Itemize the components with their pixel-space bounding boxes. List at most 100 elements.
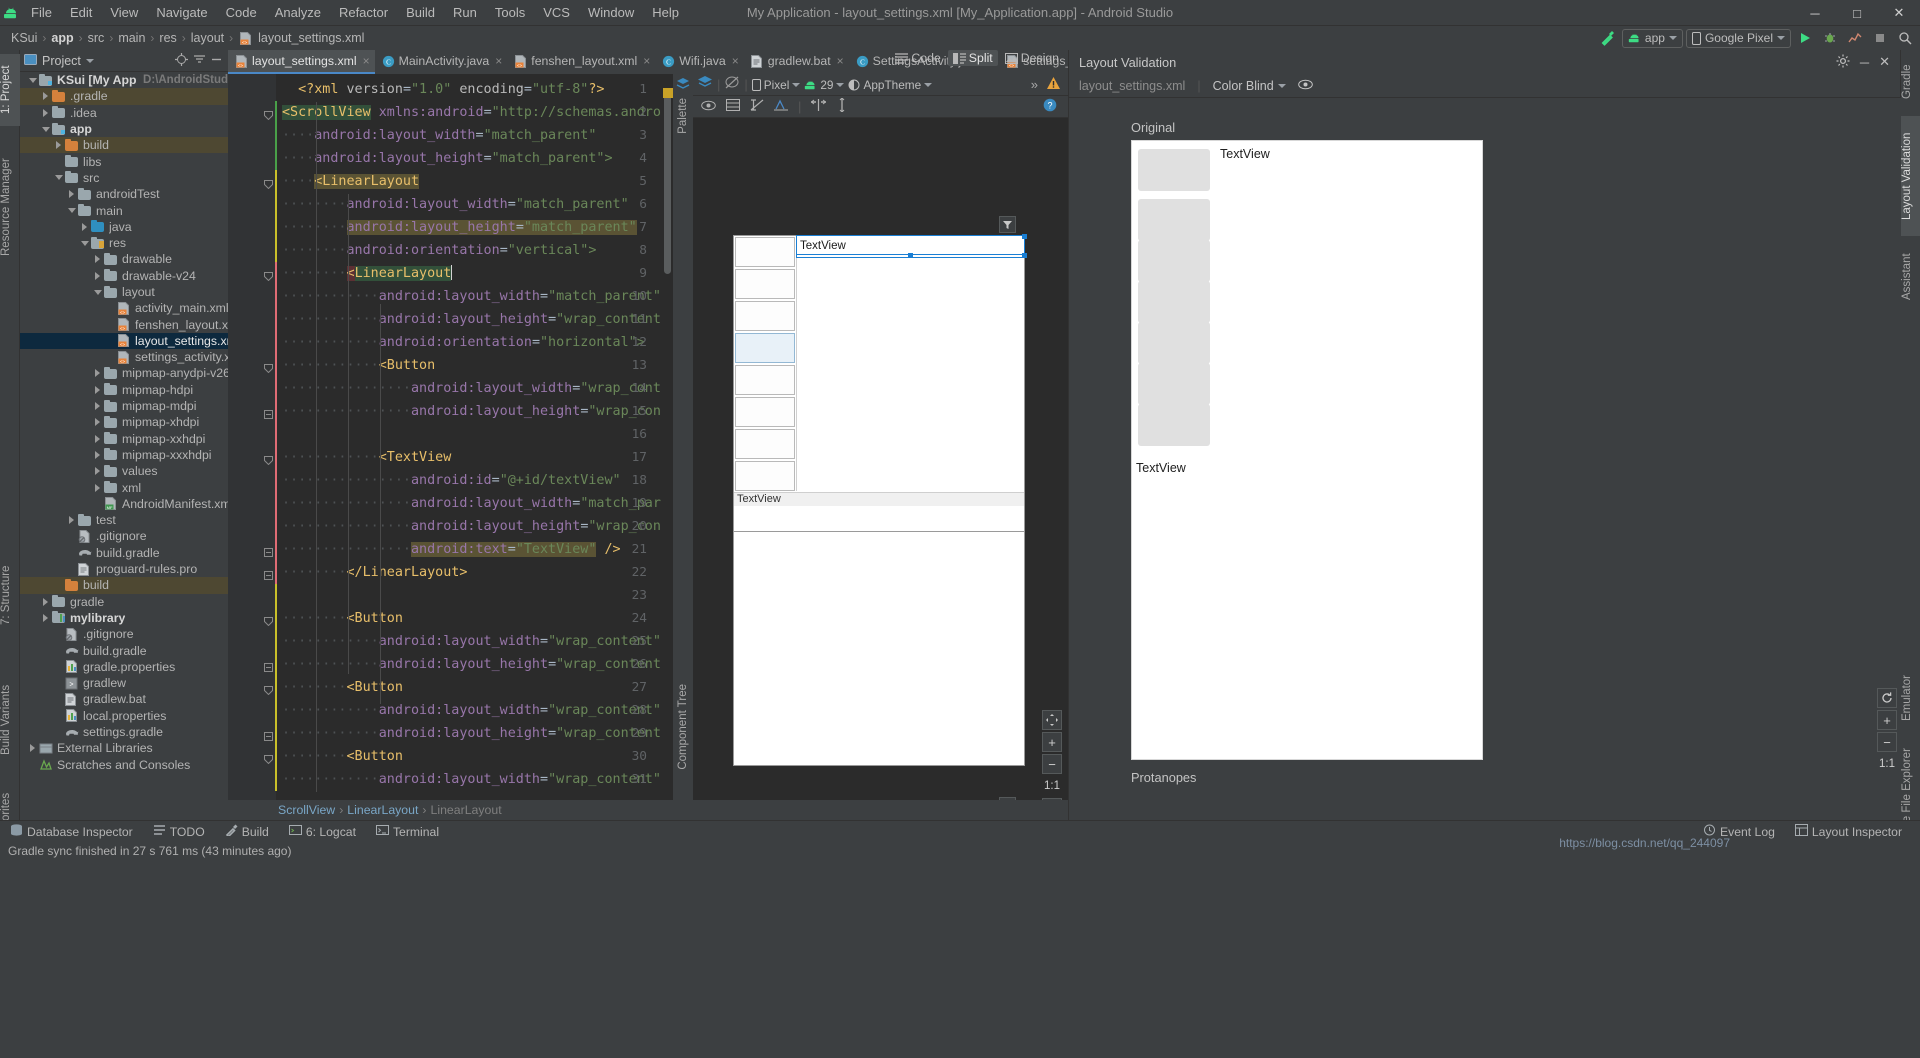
hide-icon[interactable] [211, 53, 222, 68]
tree-item-src[interactable]: src [20, 170, 228, 186]
breadcrumb-item-res[interactable]: res [156, 31, 179, 45]
tree-item-drawable-v24[interactable]: drawable-v24 [20, 268, 228, 284]
code-line[interactable]: ················android:id="@+id/textVie… [282, 469, 621, 492]
code-line[interactable]: ············android:layout_width="wrap_c… [282, 699, 661, 722]
chevron-down-icon[interactable] [86, 59, 94, 63]
expand-arrow-icon[interactable] [65, 514, 78, 527]
code-line[interactable]: ················android:text="TextView" … [282, 538, 621, 561]
breadcrumb-item-app[interactable]: app [48, 31, 76, 45]
menu-item-build[interactable]: Build [397, 0, 444, 26]
code-line[interactable]: ············android:layout_width="wrap_c… [282, 630, 661, 653]
tree-item-build[interactable]: build [20, 137, 228, 153]
hammer-icon[interactable] [1597, 27, 1619, 49]
palette-toggle-icon[interactable] [676, 78, 690, 93]
menu-item-vcs[interactable]: VCS [534, 0, 579, 26]
render-issue-badge[interactable] [999, 216, 1016, 233]
fold-marker-open[interactable] [264, 453, 273, 462]
tree-item-mipmap-xhdpi[interactable]: mipmap-xhdpi [20, 414, 228, 430]
collapse-arrow-icon[interactable] [26, 74, 39, 87]
code-line[interactable]: ············android:layout_height="wrap_… [282, 653, 661, 676]
preview-button-1[interactable] [735, 237, 795, 267]
code-line[interactable]: ················android:layout_width="wr… [282, 377, 661, 400]
expand-arrow-icon[interactable] [39, 106, 52, 119]
tab-design[interactable]: Design [1000, 50, 1064, 66]
expand-arrow-icon[interactable] [39, 595, 52, 608]
settings-icon[interactable] [1836, 54, 1850, 71]
expand-arrow-icon[interactable] [39, 611, 52, 624]
minimize-button[interactable]: ─ [1794, 0, 1836, 26]
eye-icon[interactable] [1298, 79, 1313, 93]
fold-marker-close[interactable] [264, 568, 273, 577]
expand-arrow-icon[interactable] [91, 253, 104, 266]
expand-arrow-icon[interactable] [78, 220, 91, 233]
tree-item-app[interactable]: app [20, 121, 228, 137]
expand-arrow-icon[interactable] [91, 481, 104, 494]
tree-item-xml[interactable]: xml [20, 479, 228, 495]
tree-item-layout-settings-xml[interactable]: <>layout_settings.xml [20, 333, 228, 349]
sidebar-item-build-variants[interactable]: Build Variants [0, 670, 20, 770]
bottom-tab-layout-inspector[interactable]: Layout Inspector [1785, 821, 1912, 843]
code-line[interactable]: ········<Button [282, 745, 403, 768]
code-line[interactable]: ················android:layout_width="ma… [282, 492, 661, 515]
align-horizontal-icon[interactable] [811, 99, 826, 114]
module-selector[interactable]: app [1622, 29, 1683, 48]
device-selector[interactable]: Google Pixel [1686, 29, 1791, 48]
render-issue-badge-2[interactable] [999, 797, 1016, 800]
selection-handle[interactable] [908, 253, 913, 258]
fold-marker-open[interactable] [264, 614, 273, 623]
fold-marker-open[interactable] [264, 361, 273, 370]
tree-item-gradle-properties[interactable]: gradle.properties [20, 659, 228, 675]
tree-item-settings-activity-xml[interactable]: <>settings_activity.xml [20, 349, 228, 365]
close-tab-icon[interactable]: × [495, 54, 502, 68]
collapse-all-icon[interactable] [193, 53, 206, 69]
sidebar-item-resource-manager[interactable]: Resource Manager [0, 142, 20, 272]
tree-item-drawable[interactable]: drawable [20, 251, 228, 267]
bottom-tab-terminal[interactable]: Terminal [366, 821, 449, 843]
selection-handle[interactable] [1022, 253, 1027, 258]
search-icon[interactable] [1894, 27, 1916, 49]
editor-scrollbar[interactable] [664, 94, 671, 274]
device-preview-extra[interactable] [733, 531, 1025, 766]
breadcrumb-item-layout-settings-xml[interactable]: layout_settings.xml [255, 31, 367, 45]
expand-arrow-icon[interactable] [65, 188, 78, 201]
constraints-off-icon[interactable] [750, 99, 764, 114]
expand-arrow-icon[interactable] [39, 90, 52, 103]
tree-item--gitignore[interactable]: .gitignore [20, 528, 228, 544]
selection-handle[interactable] [1022, 234, 1027, 239]
close-tab-icon[interactable]: × [732, 54, 739, 68]
pan-icon[interactable] [1042, 710, 1062, 730]
layout-validation-body[interactable]: Original TextView TextView Protanopes + [1069, 98, 1901, 820]
tree-item-main[interactable]: main [20, 202, 228, 218]
tree-item-gradlew[interactable]: >gradlew [20, 675, 228, 691]
menu-item-view[interactable]: View [101, 0, 147, 26]
grid-icon[interactable] [726, 99, 740, 114]
preview-theme-selector[interactable]: AppTheme [848, 78, 932, 92]
component-breadcrumb-linearlayout[interactable]: LinearLayout [431, 803, 502, 817]
tree-item-gradle[interactable]: gradle [20, 594, 228, 610]
tree-item-test[interactable]: test [20, 512, 228, 528]
code-text-area[interactable]: <?xml version="1.0" encoding="utf-8"?><S… [276, 74, 673, 800]
tree-item-fenshen-layout-xml[interactable]: <>fenshen_layout.xml [20, 316, 228, 332]
crosshair-icon[interactable] [175, 53, 188, 69]
tree-item-gradlew-bat[interactable]: gradlew.bat [20, 691, 228, 707]
expand-arrow-icon[interactable] [91, 367, 104, 380]
zoom-in-button[interactable]: + [1042, 732, 1062, 752]
tree-item--gitignore[interactable]: .gitignore [20, 626, 228, 642]
code-line[interactable]: ················android:layout_height="w… [282, 400, 661, 423]
validation-zoom-in-button[interactable]: + [1877, 710, 1897, 730]
sidebar-item-project[interactable]: 1: Project [0, 54, 20, 126]
validation-render-original[interactable]: TextView TextView [1131, 140, 1483, 760]
code-line[interactable]: ····<LinearLayout [282, 170, 419, 193]
editor-mode-switch[interactable]: Code Split Design [890, 50, 1064, 66]
sidebar-item-emulator[interactable]: Emulator [1901, 664, 1920, 732]
tree-item-mipmap-xxxhdpi[interactable]: mipmap-xxxhdpi [20, 447, 228, 463]
code-line[interactable]: ········</LinearLayout> [282, 561, 467, 584]
editor-tab-layout-settings-xml[interactable]: <>layout_settings.xml× [228, 50, 375, 74]
tree-item-scratches-and-consoles[interactable]: Scratches and Consoles [20, 756, 228, 772]
menu-item-tools[interactable]: Tools [486, 0, 534, 26]
fold-marker-open[interactable] [264, 269, 273, 278]
fold-marker-close[interactable] [264, 407, 273, 416]
tree-item-settings-gradle[interactable]: settings.gradle [20, 724, 228, 740]
tab-split[interactable]: Split [948, 50, 998, 66]
expand-arrow-icon[interactable] [91, 383, 104, 396]
